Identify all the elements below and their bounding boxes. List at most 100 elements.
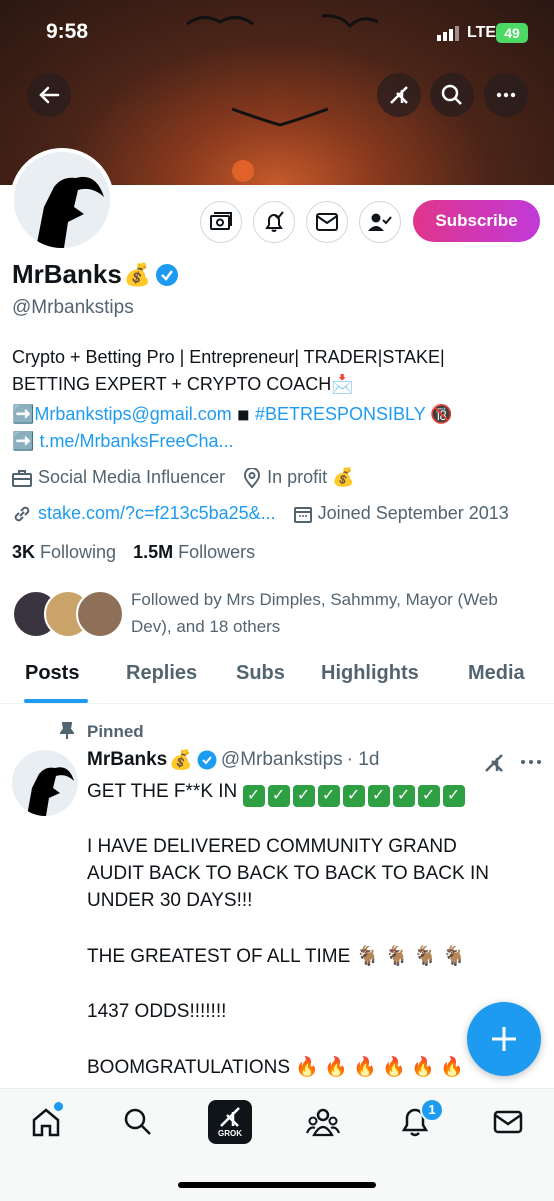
nav-notifications[interactable]: 1	[395, 1098, 444, 1142]
notify-button[interactable]	[253, 201, 295, 243]
message-button[interactable]	[306, 201, 348, 243]
envelope-icon	[493, 1110, 523, 1134]
check-mark-emoji: ✓	[292, 785, 315, 807]
grok-button[interactable]	[377, 73, 421, 117]
money-icon	[210, 212, 232, 230]
check-mark-emoji: ✓	[392, 785, 415, 807]
followed-by-avatars[interactable]	[12, 590, 124, 638]
search-icon	[124, 1108, 151, 1135]
nav-communities[interactable]	[303, 1102, 343, 1142]
verified-badge-icon	[197, 750, 217, 770]
search-button[interactable]	[430, 73, 474, 117]
bell-check-icon	[265, 211, 284, 232]
follow-counts: 3K Following 1.5M Followers	[12, 542, 255, 563]
check-mark-emoji: ✓	[267, 785, 290, 807]
tweet-more-icon[interactable]	[520, 758, 542, 766]
tweet-author-name[interactable]: MrBanks	[87, 749, 167, 771]
followers-link[interactable]: 1.5M Followers	[133, 542, 255, 562]
square-emoji: ◾	[236, 404, 250, 424]
compose-button[interactable]	[467, 1002, 541, 1076]
followers-count: 1.5M	[133, 542, 174, 562]
check-mark-emoji: ✓	[367, 785, 390, 807]
profile-website-link[interactable]: stake.com/?c=f213c5ba25&...	[38, 503, 276, 524]
profile-category: Social Media Influencer	[38, 467, 226, 487]
nav-messages[interactable]	[488, 1102, 528, 1142]
nav-grok[interactable]: GROK	[208, 1100, 252, 1144]
banner-bird-2	[321, 14, 379, 29]
followers-label: Followers	[178, 542, 256, 562]
following-link[interactable]: 3K Following	[12, 542, 116, 562]
tweet-paragraph-5: BOOMGRATULATIONS 🔥 🔥 🔥 🔥 🔥 🔥	[87, 1057, 464, 1078]
tab-highlights[interactable]: Highlights	[321, 662, 419, 685]
check-mark-emoji: ✓	[342, 785, 365, 807]
tab-media[interactable]: Media	[468, 662, 525, 685]
following-count: 3K	[12, 542, 36, 562]
notification-badge: 1	[420, 1098, 444, 1122]
home-new-dot	[54, 1102, 63, 1111]
tweet-author-handle[interactable]: @Mrbankstips	[221, 749, 343, 771]
location-pin-icon	[244, 467, 261, 488]
pin-icon	[60, 722, 74, 739]
profile-meta-row-1: Social Media Influencer In profit 💰	[12, 467, 355, 488]
tabs-divider	[0, 703, 554, 704]
tweet-text-1: GET THE F**K IN	[87, 781, 238, 802]
goat-avatar-image	[27, 767, 74, 816]
tip-button[interactable]	[200, 201, 242, 243]
more-button[interactable]	[484, 73, 528, 117]
bio-line-1: Crypto + Betting Pro | Entrepreneur| TRA…	[12, 347, 445, 367]
followed-by-text[interactable]: Followed by Mrs Dimples, Sahmmy, Mayor (…	[131, 586, 498, 640]
back-arrow-icon	[39, 86, 60, 104]
check-emojis: ✓ ✓ ✓ ✓ ✓ ✓ ✓ ✓ ✓	[242, 781, 468, 807]
tweet-paragraph-4: 1437 ODDS!!!!!!!	[87, 1001, 227, 1022]
bio-line-3: ➡️Mrbankstips@gmail.com ◾ #BETRESPONSIBL…	[12, 401, 453, 428]
grok-icon[interactable]	[483, 752, 505, 774]
plus-icon	[492, 1027, 516, 1051]
more-dots-icon	[496, 92, 516, 98]
pinned-label: Pinned	[87, 722, 144, 741]
bio-email-link[interactable]: Mrbankstips@gmail.com	[34, 404, 231, 424]
arrow-emoji: ➡️	[12, 431, 35, 451]
nav-search[interactable]	[118, 1102, 158, 1142]
tweet-para2-line-3: UNDER 30 DAYS!!!	[87, 890, 253, 911]
arrow-emoji: ➡️	[12, 404, 35, 424]
check-mark-emoji: ✓	[317, 785, 340, 807]
back-button[interactable]	[27, 73, 71, 117]
no-under-18-emoji: 🔞	[430, 404, 453, 424]
bio-line-4: ➡️ t.me/MrbanksFreeCha...	[12, 428, 234, 455]
person-check-icon	[368, 213, 392, 231]
check-mark-emoji: ✓	[242, 785, 265, 807]
bio-telegram-link[interactable]: t.me/MrbanksFreeCha...	[39, 431, 233, 451]
tweet-time[interactable]: · 1d	[347, 749, 380, 771]
subscribe-button[interactable]: Subscribe	[413, 200, 540, 242]
profile-handle: @Mrbankstips	[12, 297, 134, 318]
check-mark-emoji: ✓	[417, 785, 440, 807]
bio-line-2: BETTING EXPERT + CRYPTO COACH📩	[12, 374, 354, 394]
profile-meta-row-2: stake.com/?c=f213c5ba25&... Joined Septe…	[12, 503, 509, 524]
tweet-para2-line-2: AUDIT BACK TO BACK TO BACK TO BACK IN	[87, 863, 489, 884]
calendar-icon	[293, 506, 312, 523]
followed-by-line-1: Followed by Mrs Dimples, Sahmmy, Mayor (…	[131, 590, 498, 609]
following-button[interactable]	[359, 201, 401, 243]
verified-badge-icon[interactable]	[155, 263, 179, 287]
profile-joined: Joined September 2013	[317, 503, 509, 523]
banner-sun	[232, 160, 254, 182]
tweet-paragraph-3: THE GREATEST OF ALL TIME 🐐 🐐 🐐 🐐	[87, 946, 466, 967]
nav-home[interactable]	[26, 1102, 66, 1142]
check-mark-emoji: ✓	[442, 785, 465, 807]
tab-subs[interactable]: Subs	[236, 662, 285, 685]
tab-posts[interactable]: Posts	[25, 662, 79, 685]
envelope-icon	[316, 213, 338, 231]
tweet-author-avatar[interactable]	[12, 750, 78, 816]
communities-icon	[306, 1108, 340, 1137]
follower-avatar-3	[76, 590, 124, 638]
tab-replies[interactable]: Replies	[126, 662, 197, 685]
battery-indicator: 49	[496, 23, 528, 43]
profile-name-row: MrBanks 💰	[12, 259, 179, 290]
bio-hashtag-link[interactable]: #BETRESPONSIBLY	[255, 404, 425, 424]
tweet-header: MrBanks 💰 @Mrbankstips · 1d	[87, 748, 379, 772]
tweet-paragraph-2: I HAVE DELIVERED COMMUNITY GRAND AUDIT B…	[87, 833, 489, 914]
following-label: Following	[40, 542, 117, 562]
profile-avatar[interactable]	[10, 148, 114, 252]
money-bag-emoji: 💰	[123, 261, 152, 287]
banner-bird-1	[186, 16, 254, 26]
